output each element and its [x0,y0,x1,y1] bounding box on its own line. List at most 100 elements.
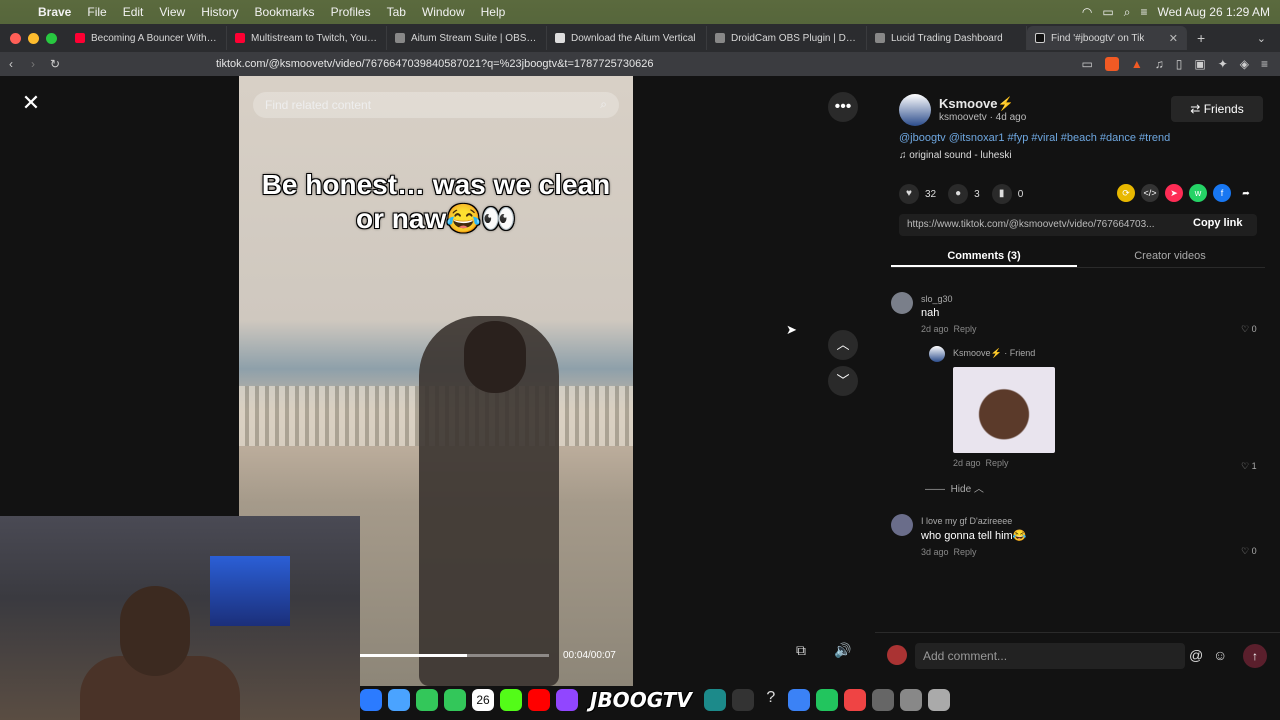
comment-like[interactable]: ♡ 0 [1241,546,1257,557]
dock: 26 JBOOGTV ? [360,686,1040,714]
reload-button[interactable]: ↻ [44,57,66,71]
browser-tab[interactable]: Lucid Trading Dashboard [867,26,1027,50]
send-icon[interactable]: ➤ [1165,184,1183,202]
browser-tab[interactable]: Multistream to Twitch, YouTub [227,26,387,50]
facetime-icon[interactable] [416,689,438,711]
chevron-down-icon[interactable]: ⌄ [1257,32,1266,45]
leo-icon[interactable]: ✦ [1218,57,1228,71]
browser-tab-active[interactable]: Find '#jboogtv' on Tik ✕ [1027,26,1187,50]
volume-icon[interactable]: 🔊 [834,642,856,664]
control-center-icon[interactable]: ≡ [1140,5,1147,19]
calendar-icon[interactable]: 26 [472,689,494,711]
previous-video-button[interactable]: ︿ [828,330,858,360]
hide-replies-button[interactable]: —— Hide ︿ [925,480,984,495]
search-icon[interactable]: ⌕ [1124,5,1131,20]
browser-tab[interactable]: Download the Aitum Vertical [547,26,707,50]
phone-icon[interactable] [444,689,466,711]
embed-icon[interactable]: </> [1141,184,1159,202]
brave-shield-icon[interactable] [1104,57,1119,71]
dictionary-icon[interactable] [843,689,866,711]
rewards-icon[interactable]: ▲ [1131,57,1143,71]
search-icon[interactable]: ⌕ [600,97,607,112]
close-icon[interactable]: ✕ [20,92,42,114]
minimize-window-button[interactable] [28,32,39,44]
reply-button[interactable]: Reply [986,458,1009,468]
reply-button[interactable]: Reply [954,547,977,557]
comment-like[interactable]: ♡ 0 [1241,324,1257,335]
avatar[interactable] [891,514,913,536]
preview-icon[interactable] [899,689,922,711]
maps-icon[interactable] [388,689,410,711]
app-icon[interactable] [703,689,726,711]
video-progress-bar[interactable] [359,654,549,657]
new-tab-button[interactable]: + [1197,30,1205,46]
obs-icon[interactable] [731,689,754,711]
menu-profiles[interactable]: Profiles [331,5,371,19]
calculator-icon[interactable] [871,689,894,711]
friends-button[interactable]: ⇄ Friends [1171,96,1263,122]
mention-icon[interactable]: @ [1189,647,1203,663]
repost-icon[interactable]: ⟳ [1117,184,1135,202]
avatar[interactable] [891,292,913,314]
menu-icon[interactable]: ≡ [1261,57,1268,71]
kick-icon[interactable] [500,689,522,711]
menu-view[interactable]: View [159,5,185,19]
save-stat[interactable]: ▮ 0 [991,184,1023,204]
browser-tab[interactable]: Becoming A Bouncer With Ka [67,26,227,50]
browser-tab[interactable]: DroidCam OBS Plugin | Dev4 [707,26,867,50]
finder-icon[interactable] [787,689,810,711]
menu-history[interactable]: History [201,5,238,19]
emoji-icon[interactable]: ☺ [1213,647,1227,663]
clock[interactable]: Wed Aug 26 1:29 AM [1157,5,1270,19]
twitch-icon[interactable] [556,689,578,711]
close-tab-icon[interactable]: ✕ [1169,32,1178,45]
author-name[interactable]: Ksmoove⚡ [939,96,1014,112]
copy-link-button[interactable]: Copy link [1193,217,1243,229]
whatsapp-icon[interactable]: w [1189,184,1207,202]
menu-edit[interactable]: Edit [123,5,144,19]
menu-bookmarks[interactable]: Bookmarks [255,5,315,19]
sidebar-icon[interactable]: ▯ [1176,57,1183,71]
close-window-button[interactable] [10,32,21,44]
zoom-window-button[interactable] [46,32,57,44]
hashtags[interactable]: @jboogtv @itsnoxar1 #fyp #viral #beach #… [899,132,1170,144]
address-bar[interactable]: tiktok.com/@ksmoovetv/video/767664703984… [216,58,653,70]
avatar[interactable] [899,94,931,126]
menu-tab[interactable]: Tab [387,5,406,19]
trash-icon[interactable] [927,689,950,711]
facebook-icon[interactable]: f [1213,184,1231,202]
sound-link[interactable]: ♫ original sound - luheski [899,150,1012,161]
tab-comments[interactable]: Comments (3) [891,244,1077,267]
menu-window[interactable]: Window [422,5,465,19]
menu-app[interactable]: Brave [38,5,71,19]
help-icon[interactable]: ? [760,689,782,711]
avatar[interactable] [929,346,945,362]
reply-button[interactable]: Reply [954,324,977,334]
related-search-input[interactable]: Find related content ⌕ [253,92,619,118]
youtube-icon[interactable] [528,689,550,711]
cast-icon[interactable]: ▭ [1082,57,1093,71]
mail-icon[interactable] [360,689,382,711]
tab-creator-videos[interactable]: Creator videos [1077,244,1263,267]
comment-like[interactable]: ♡ 1 [1241,461,1257,472]
messages-icon[interactable] [815,689,838,711]
like-stat[interactable]: ♥ 32 [899,184,936,204]
forward-button[interactable]: › [22,57,44,71]
next-video-button[interactable]: ﹀ [828,366,858,396]
comment-input[interactable]: Add comment... [915,643,1185,669]
share-icon[interactable]: ➦ [1237,184,1255,202]
battery-icon[interactable]: ▭ [1102,5,1113,19]
browser-tab[interactable]: Aitum Stream Suite | OBS For [387,26,547,50]
pip-icon[interactable]: ⧉ [796,642,818,664]
vpn-icon[interactable]: ◈ [1240,57,1249,71]
back-button[interactable]: ‹ [0,57,22,71]
more-options-button[interactable]: ••• [828,92,858,122]
wifi-icon[interactable]: ◠ [1082,5,1092,19]
video-caption: Be honest… was we clean or naw😂👀 [261,169,611,234]
menu-file[interactable]: File [87,5,106,19]
wallet-icon[interactable]: ▣ [1194,57,1205,71]
music-icon[interactable]: ♫ [1155,57,1164,71]
comment-stat[interactable]: ● 3 [948,184,980,204]
send-button[interactable]: ↑ [1243,644,1267,668]
menu-help[interactable]: Help [481,5,506,19]
